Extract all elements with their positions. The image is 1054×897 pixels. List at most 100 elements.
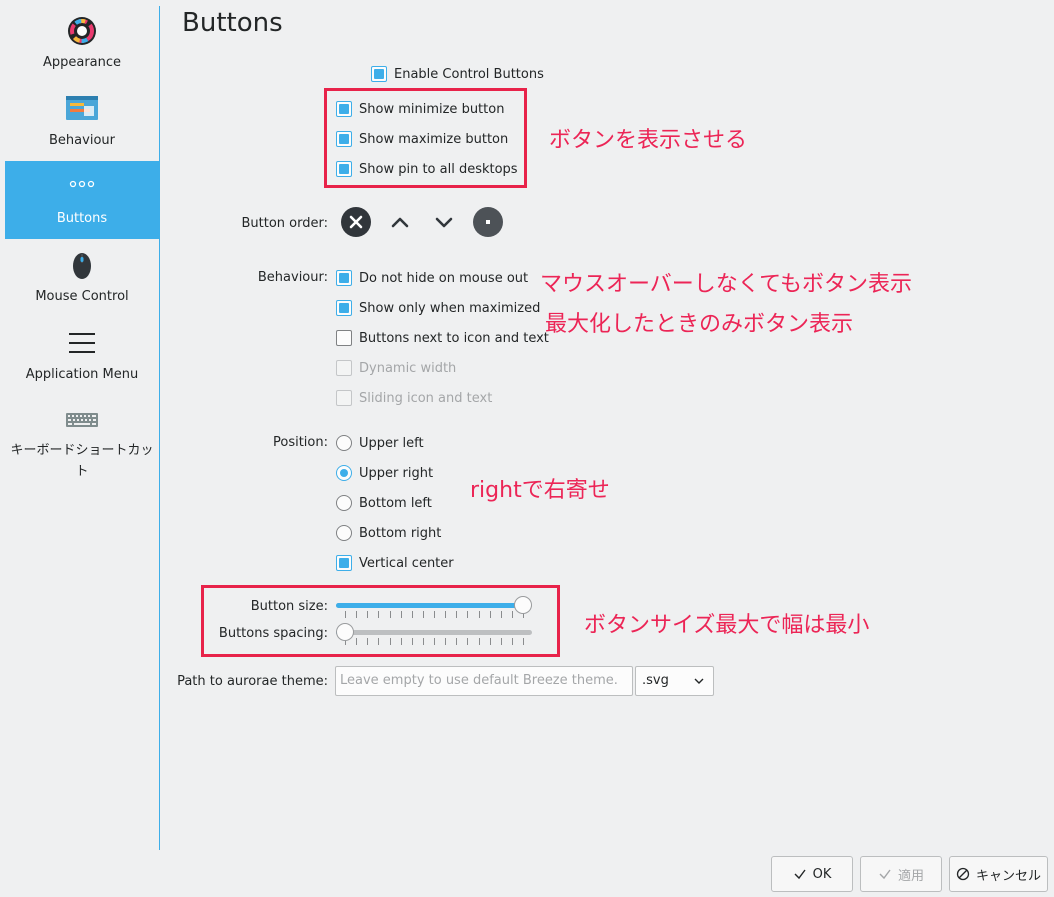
appearance-icon bbox=[68, 17, 96, 45]
slider-tick bbox=[356, 611, 358, 618]
do-not-hide-checkbox[interactable]: Do not hide on mouse out bbox=[336, 268, 528, 288]
button-size-slider[interactable] bbox=[336, 594, 532, 618]
select-value: .svg bbox=[642, 673, 669, 688]
sidebar-item-label: Mouse Control bbox=[35, 289, 129, 304]
slider-tick bbox=[411, 611, 413, 618]
checkbox-label: Do not hide on mouse out bbox=[359, 270, 529, 286]
slider-tick bbox=[489, 611, 491, 618]
checkbox-label: Enable Control Buttons bbox=[394, 66, 544, 82]
slider-tick bbox=[345, 611, 346, 618]
checkbox-box[interactable] bbox=[336, 330, 352, 346]
slider-tick bbox=[389, 611, 391, 618]
radio-label: Bottom right bbox=[359, 525, 442, 541]
slider-tick bbox=[367, 611, 369, 618]
sidebar-item-label: Application Menu bbox=[25, 367, 139, 382]
cancel-label: キャンセル bbox=[975, 868, 1041, 884]
slider-tick bbox=[389, 638, 391, 645]
sidebar-divider bbox=[159, 6, 160, 850]
radio-circle[interactable] bbox=[336, 525, 352, 541]
slider-ticks bbox=[336, 638, 532, 645]
sidebar-item-buttons[interactable]: Buttons bbox=[5, 161, 159, 239]
behaviour-label: Behaviour: bbox=[257, 270, 328, 285]
annotation-show-buttons: ボタンを表示させる bbox=[549, 128, 748, 153]
checkbox-label: Vertical center bbox=[359, 555, 454, 571]
chevron-down-icon bbox=[694, 678, 704, 684]
sidebar: Appearance Behaviour Buttons Mouse Contr… bbox=[0, 0, 159, 850]
slider-tick bbox=[511, 638, 513, 645]
slider-tick bbox=[400, 638, 402, 645]
sidebar-item-application-menu[interactable]: Application Menu bbox=[5, 317, 159, 395]
chevron-up-icon[interactable] bbox=[384, 206, 416, 238]
radio-label: Upper left bbox=[359, 435, 424, 451]
check-icon bbox=[879, 869, 891, 880]
ok-button[interactable]: OK bbox=[771, 856, 853, 892]
slider-tick bbox=[500, 638, 502, 645]
position-bottom-right-radio[interactable]: Bottom right bbox=[336, 523, 441, 543]
checkbox-label: Dynamic width bbox=[359, 360, 457, 376]
cancel-button[interactable]: キャンセル bbox=[949, 856, 1048, 892]
slider-track bbox=[336, 630, 532, 635]
theme-extension-select[interactable]: .svg bbox=[635, 666, 714, 696]
radio-label: Bottom left bbox=[359, 495, 432, 511]
slider-tick bbox=[456, 638, 458, 645]
checkbox-label: Buttons next to icon and text bbox=[359, 330, 549, 346]
slider-tick bbox=[523, 638, 524, 645]
behaviour-icon bbox=[66, 96, 98, 120]
position-bottom-left-radio[interactable]: Bottom left bbox=[336, 493, 432, 513]
slider-fill bbox=[336, 603, 523, 608]
slider-tick bbox=[378, 611, 380, 618]
annotation-position: rightで右寄せ bbox=[470, 478, 610, 503]
radio-circle[interactable] bbox=[336, 495, 352, 511]
apply-button[interactable]: 適用 bbox=[860, 856, 942, 892]
check-icon bbox=[794, 869, 806, 880]
annotation-box-show-buttons bbox=[324, 88, 527, 188]
slider-handle[interactable] bbox=[514, 596, 532, 614]
radio-label: Upper right bbox=[359, 465, 434, 481]
slider-tick bbox=[456, 611, 458, 618]
position-upper-right-radio[interactable]: Upper right bbox=[336, 463, 433, 483]
cancel-icon bbox=[956, 867, 970, 881]
sidebar-item-mouse-control[interactable]: Mouse Control bbox=[5, 239, 159, 317]
checkbox-box[interactable] bbox=[336, 300, 352, 316]
slider-tick bbox=[445, 638, 447, 645]
sidebar-item-label: キーボードショートカット bbox=[10, 443, 154, 479]
ok-label: OK bbox=[812, 866, 832, 882]
slider-tick bbox=[422, 611, 424, 618]
hamburger-menu-icon bbox=[69, 333, 95, 353]
slider-handle[interactable] bbox=[336, 623, 354, 641]
button-size-label: Button size: bbox=[250, 599, 328, 614]
checkbox-box bbox=[336, 390, 352, 406]
sidebar-item-behaviour[interactable]: Behaviour bbox=[5, 82, 159, 160]
slider-tick bbox=[478, 611, 480, 618]
buttons-next-to-icon-checkbox[interactable]: Buttons next to icon and text bbox=[336, 328, 549, 348]
sidebar-item-label: Buttons bbox=[56, 211, 108, 226]
position-upper-left-radio[interactable]: Upper left bbox=[336, 433, 424, 453]
radio-circle[interactable] bbox=[336, 465, 352, 481]
sidebar-item-keyboard-shortcuts[interactable]: キーボードショートカット bbox=[5, 395, 159, 485]
slider-tick bbox=[378, 638, 380, 645]
slider-tick bbox=[411, 638, 413, 645]
checkbox-label: Sliding icon and text bbox=[359, 390, 493, 406]
show-only-maximized-checkbox[interactable]: Show only when maximized bbox=[336, 298, 540, 318]
sidebar-item-appearance[interactable]: Appearance bbox=[5, 4, 159, 82]
pin-dot-icon[interactable] bbox=[472, 206, 504, 238]
page-title: Buttons bbox=[182, 8, 283, 38]
close-icon[interactable] bbox=[340, 206, 372, 238]
checkbox-box[interactable] bbox=[336, 270, 352, 286]
aurorae-theme-input[interactable]: Leave empty to use default Breeze theme. bbox=[335, 666, 633, 696]
slider-tick bbox=[478, 638, 480, 645]
chevron-down-icon[interactable] bbox=[428, 206, 460, 238]
checkbox-box[interactable] bbox=[336, 555, 352, 571]
dynamic-width-checkbox: Dynamic width bbox=[336, 358, 456, 378]
annotation-size: ボタンサイズ最大で幅は最小 bbox=[584, 613, 870, 638]
slider-tick bbox=[489, 638, 491, 645]
keyboard-icon bbox=[66, 413, 98, 427]
buttons-dots-icon bbox=[69, 180, 95, 188]
slider-tick bbox=[400, 611, 402, 618]
checkbox-box[interactable] bbox=[371, 66, 387, 82]
radio-circle[interactable] bbox=[336, 435, 352, 451]
mouse-icon bbox=[73, 253, 91, 279]
vertical-center-checkbox[interactable]: Vertical center bbox=[336, 553, 454, 573]
enable-control-buttons-checkbox[interactable]: Enable Control Buttons bbox=[371, 64, 544, 84]
buttons-spacing-slider[interactable] bbox=[336, 621, 532, 645]
